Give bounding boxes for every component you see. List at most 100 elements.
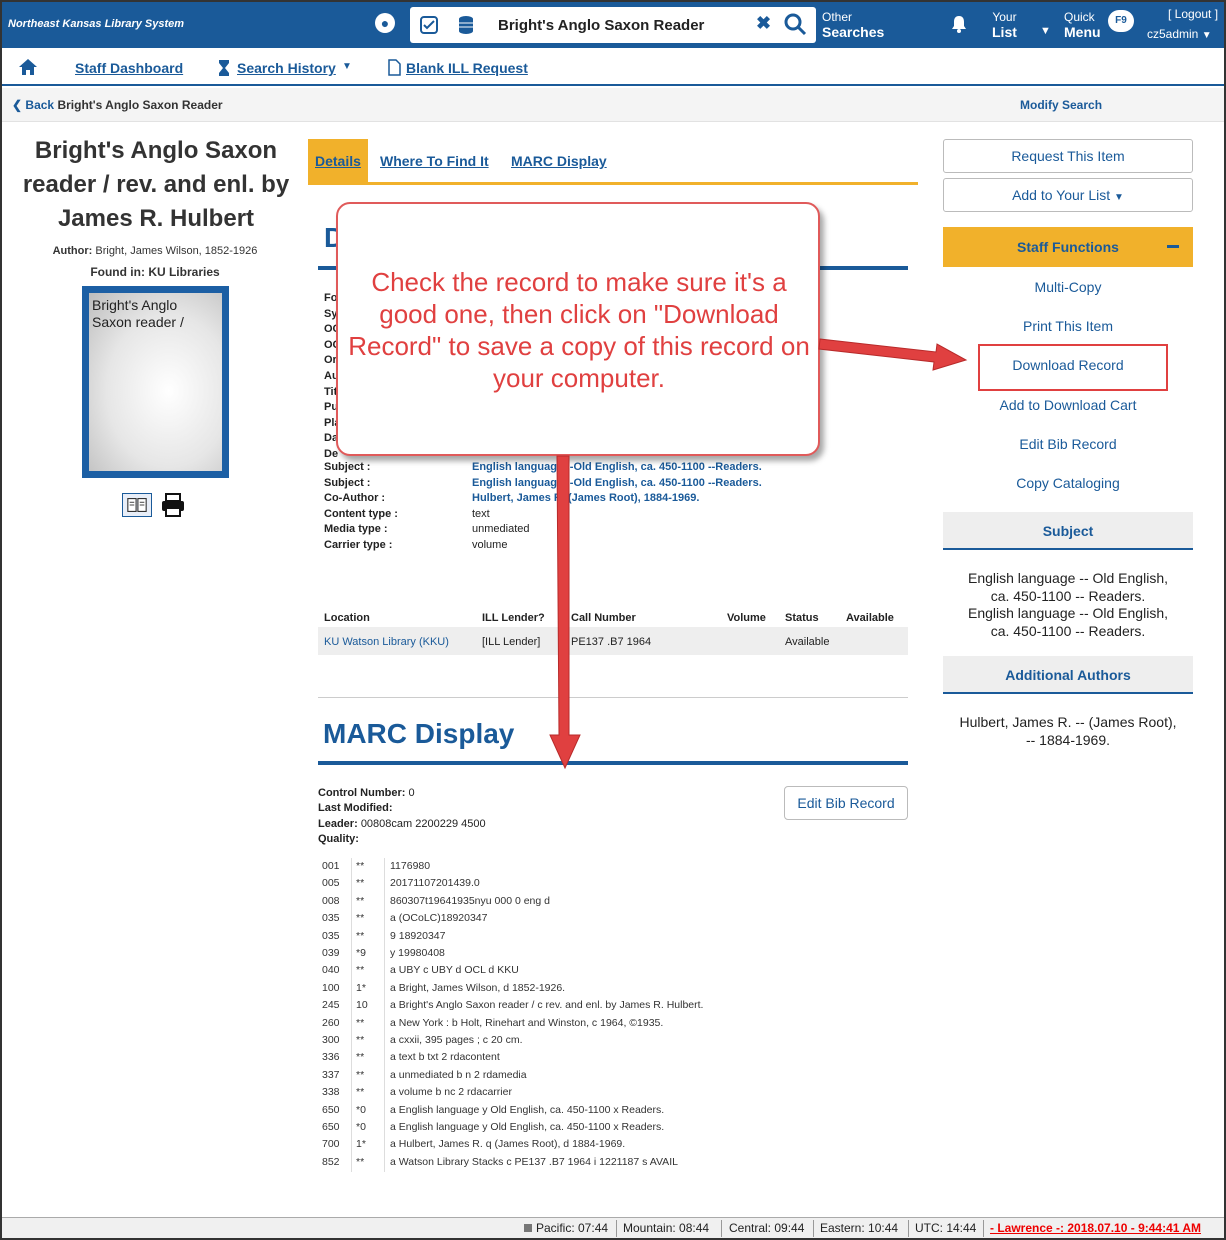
author-entry[interactable]: Hulbert, James R. -- (James Root),	[943, 714, 1193, 732]
print-icon[interactable]	[160, 492, 186, 518]
cover-image: Bright's Anglo Saxon reader /	[89, 293, 222, 471]
tab-where-to-find-it[interactable]: Where To Find It	[373, 139, 496, 183]
status-square-icon	[524, 1224, 532, 1232]
f9-badge: F9	[1108, 10, 1134, 32]
field-value[interactable]: English language --Old English, ca. 450-…	[472, 477, 762, 489]
table-row: KU Watson Library (KKU) [ILL Lender] PE1…	[318, 627, 908, 655]
request-this-item-button[interactable]: Request This Item	[943, 139, 1193, 173]
edit-bib-record-button[interactable]: Edit Bib Record	[784, 786, 908, 820]
column-header: Available	[846, 612, 894, 624]
marc-tag: 700	[322, 1138, 340, 1151]
marc-tag: 650	[322, 1103, 340, 1116]
field-value[interactable]: Hulbert, James R. (James Root), 1884-196…	[472, 492, 699, 504]
marc-ind: **	[356, 1051, 365, 1064]
tab-marc-display[interactable]: MARC Display	[504, 139, 614, 183]
subject-list: English language -- Old English, ca. 450…	[943, 570, 1193, 640]
back-label: Back	[25, 98, 55, 112]
marc-ind: 10	[356, 999, 368, 1012]
staff-functions-header[interactable]: Staff Functions	[943, 227, 1193, 267]
marc-heading: MARC Display	[323, 718, 515, 749]
minus-icon[interactable]	[1167, 245, 1179, 248]
marc-ind: **	[356, 1086, 365, 1099]
marc-val: a UBY c UBY d OCL d KKU	[390, 964, 519, 977]
mountain-time: Mountain: 08:44	[623, 1221, 710, 1235]
title-line: Bright's Anglo Saxon	[34, 137, 278, 164]
divider	[616, 1220, 617, 1237]
other-searches-menu[interactable]: Other Searches	[822, 10, 884, 40]
subject-line[interactable]: ca. 450-1100 -- Readers.	[943, 623, 1193, 641]
bell-icon[interactable]	[949, 14, 969, 34]
highlight-box	[978, 344, 1168, 391]
back-link[interactable]: ❮ Back Bright's Anglo Saxon Reader	[12, 98, 223, 112]
modify-search-link[interactable]: Modify Search	[1020, 98, 1102, 112]
search-history-link[interactable]: Search History	[237, 60, 336, 76]
home-icon[interactable]	[18, 58, 38, 76]
marc-tag: 260	[322, 1016, 340, 1029]
book-view-icon[interactable]	[122, 493, 152, 517]
marc-tag: 040	[322, 964, 340, 977]
field-value: text	[472, 507, 490, 520]
ill-lender-cell: [ILL Lender]	[482, 636, 541, 648]
copy-cataloging-link[interactable]: Copy Cataloging	[943, 475, 1193, 491]
field-value[interactable]: English language --Old English, ca. 450-…	[472, 461, 762, 473]
marc-val: a cxxii, 395 pages ; c 20 cm.	[390, 1034, 523, 1046]
tab-details[interactable]: Details	[308, 139, 368, 183]
user-menu[interactable]: cz5admin ▼	[1147, 27, 1212, 43]
subject-line[interactable]: English language -- Old English,	[943, 605, 1193, 623]
chevron-down-icon[interactable]: ▼	[1040, 24, 1051, 39]
marc-val: a New York : b Holt, Rinehart and Winsto…	[390, 1016, 664, 1029]
session-link[interactable]: - Lawrence -: 2018.07.10 - 9:44:41 AM	[990, 1221, 1201, 1235]
add-to-download-cart-link[interactable]: Add to Download Cart	[943, 397, 1193, 413]
marc-tag: 300	[322, 1034, 340, 1046]
staff-functions-label: Staff Functions	[1017, 239, 1119, 255]
print-this-item-link[interactable]: Print This Item	[943, 318, 1193, 334]
marc-tag: 035	[322, 912, 340, 925]
marc-val: a unmediated b n 2 rdamedia	[390, 1068, 527, 1081]
marc-tag: 337	[322, 1068, 340, 1081]
marc-val: 860307t19641935nyu 000 0 eng d	[390, 894, 550, 907]
author-entry[interactable]: -- 1884-1969.	[943, 732, 1193, 750]
found-label: Found in:	[90, 265, 145, 279]
field-label: Or	[324, 354, 337, 367]
title-line: reader / rev. and enl. by	[22, 171, 290, 198]
marc-val: a English language y Old English, ca. 45…	[390, 1121, 665, 1133]
field-label: Subject :	[324, 461, 371, 473]
subject-line[interactable]: English language -- Old English,	[943, 570, 1193, 588]
staff-dashboard-link[interactable]: Staff Dashboard	[75, 60, 183, 76]
user-name: cz5admin	[1147, 27, 1199, 41]
quick-menu[interactable]: Quick Menu	[1064, 10, 1101, 40]
additional-authors-header: Additional Authors	[943, 656, 1193, 694]
control-value: 0	[408, 787, 415, 799]
logout-link[interactable]: [ Logout ]	[1168, 7, 1218, 22]
chevron-down-icon: ▼	[1201, 30, 1212, 41]
search-box[interactable]: Bright's Anglo Saxon Reader ✖	[410, 7, 816, 43]
authors-list: Hulbert, James R. -- (James Root), -- 18…	[943, 714, 1193, 749]
status-cell: Available	[785, 636, 830, 648]
your-list-menu[interactable]: Your List	[992, 10, 1017, 40]
central-time: Central: 09:44	[729, 1221, 805, 1235]
location-link[interactable]: KU Watson Library (KKU)	[324, 636, 449, 648]
record-tabs: Details Where To Find It MARC Display	[308, 139, 918, 185]
search-input[interactable]: Bright's Anglo Saxon Reader	[498, 17, 704, 34]
add-to-your-list-button[interactable]: Add to Your List ▼	[943, 178, 1193, 212]
checklist-icon[interactable]	[420, 16, 438, 34]
marc-tag: 245	[322, 999, 340, 1012]
edit-bib-record-link[interactable]: Edit Bib Record	[943, 436, 1193, 452]
hourglass-icon	[219, 60, 229, 76]
status-bar: Pacific: 07:44 Mountain: 08:44 Central: …	[2, 1217, 1224, 1238]
marc-val: a Bright's Anglo Saxon reader / c rev. a…	[390, 999, 704, 1012]
control-label: Control Number:	[318, 787, 406, 799]
database-icon[interactable]	[458, 15, 474, 35]
pacific-time: Pacific: 07:44	[536, 1221, 609, 1235]
field-label: Co-Author :	[324, 492, 386, 504]
multi-copy-link[interactable]: Multi-Copy	[943, 279, 1193, 295]
leader-label: Leader:	[318, 818, 358, 830]
search-icon[interactable]	[782, 11, 808, 37]
globe-icon[interactable]: ●	[375, 13, 395, 33]
marc-val: 1176980	[390, 860, 431, 872]
marc-val: a English language y Old English, ca. 45…	[390, 1103, 665, 1116]
field-label: Carrier type :	[324, 538, 393, 551]
clear-icon[interactable]: ✖	[756, 13, 771, 34]
subject-line[interactable]: ca. 450-1100 -- Readers.	[943, 588, 1193, 606]
blank-ill-request-link[interactable]: Blank ILL Request	[406, 60, 528, 76]
